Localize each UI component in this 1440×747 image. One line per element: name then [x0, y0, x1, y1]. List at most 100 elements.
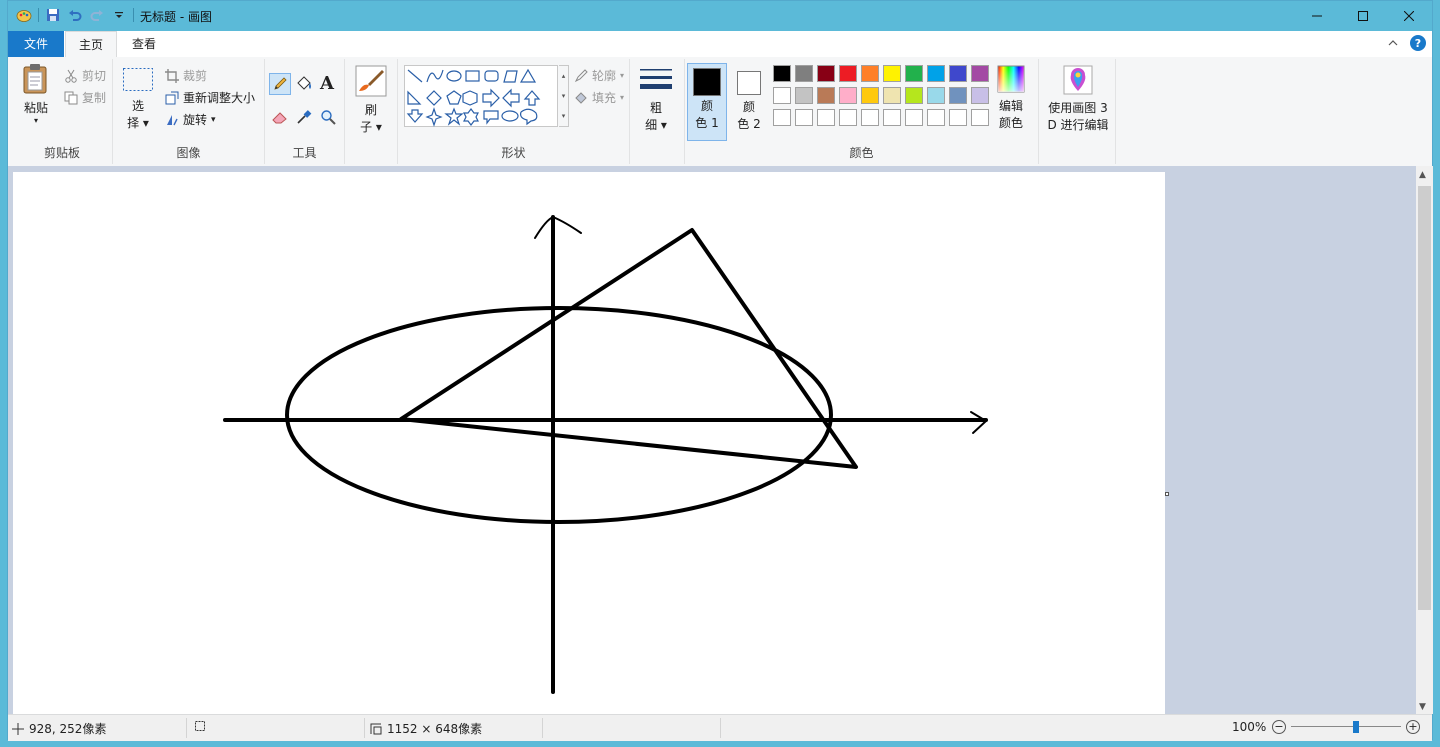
- custom-color-swatch[interactable]: [927, 109, 945, 126]
- scroll-up-icon[interactable]: ▲: [1419, 170, 1426, 180]
- ribbon: 粘贴 ▾ 剪切 复制 剪贴板 选 择 ▾ 裁剪 重新调整大小 旋转 ▾ 图像 A…: [8, 57, 1432, 167]
- save-icon[interactable]: [45, 7, 61, 23]
- resize-button[interactable]: 重新调整大小: [165, 89, 255, 106]
- zoom-controls: − +: [1272, 720, 1420, 734]
- shapes-gallery-scroll[interactable]: ▴ ▾ ▾: [559, 65, 569, 127]
- zoom-level: 100%: [1232, 720, 1267, 734]
- color1-button[interactable]: 颜 色 1: [687, 63, 727, 141]
- rotate-icon: [167, 114, 178, 125]
- brushes-group: 刷 子 ▾: [345, 59, 398, 164]
- fill-tool[interactable]: [295, 75, 313, 96]
- palette-color-swatch[interactable]: [839, 65, 857, 82]
- image-group: 选 择 ▾ 裁剪 重新调整大小 旋转 ▾ 图像: [113, 59, 265, 164]
- magnifier-tool[interactable]: [320, 109, 336, 128]
- maximize-button[interactable]: [1340, 1, 1386, 31]
- crop-button[interactable]: 裁剪: [165, 67, 207, 84]
- undo-icon[interactable]: [67, 7, 83, 23]
- custom-color-swatch[interactable]: [861, 109, 879, 126]
- vertical-scrollbar[interactable]: ▲ ▼: [1416, 166, 1433, 714]
- tab-file[interactable]: 文件: [8, 31, 64, 57]
- close-button[interactable]: [1386, 1, 1432, 31]
- palette-color-swatch[interactable]: [949, 65, 967, 82]
- colors-group: 颜 色 1 颜 色 2 编辑 颜色 颜色: [685, 59, 1039, 164]
- color-spectrum-icon: [997, 65, 1025, 93]
- palette-color-swatch[interactable]: [905, 87, 923, 104]
- window-title: 无标题 - 画图: [140, 10, 212, 24]
- tab-home[interactable]: 主页: [65, 31, 117, 58]
- collapse-ribbon-icon[interactable]: [1388, 36, 1398, 50]
- text-tool-icon[interactable]: A: [320, 73, 334, 94]
- rotate-button[interactable]: 旋转 ▾: [165, 111, 216, 128]
- ribbon-right-controls: ?: [1388, 35, 1426, 51]
- redo-icon[interactable]: [89, 7, 105, 23]
- custom-color-swatch[interactable]: [795, 109, 813, 126]
- title-bar: 无标题 - 画图: [8, 1, 1432, 31]
- paste-button[interactable]: 粘贴 ▾: [16, 63, 56, 125]
- palette-color-swatch[interactable]: [971, 87, 989, 104]
- y-axis-arrowhead: [534, 216, 582, 239]
- custom-color-swatch[interactable]: [883, 109, 901, 126]
- custom-color-swatch[interactable]: [949, 109, 967, 126]
- cut-button[interactable]: 剪切: [64, 67, 106, 84]
- palette-color-swatch[interactable]: [883, 65, 901, 82]
- edit-colors-button[interactable]: 编辑 颜色: [991, 65, 1031, 132]
- color-picker-tool[interactable]: [296, 109, 312, 128]
- tools-group-label: 工具: [292, 146, 317, 160]
- fill-button[interactable]: 填充 ▾: [574, 89, 624, 106]
- qat-divider: [38, 8, 39, 22]
- palette-color-swatch[interactable]: [817, 65, 835, 82]
- palette-color-swatch[interactable]: [795, 65, 813, 82]
- palette-color-swatch[interactable]: [905, 65, 923, 82]
- paint-bucket-icon: [297, 76, 311, 90]
- brushes-button[interactable]: 刷 子 ▾: [353, 65, 389, 136]
- zoom-slider-thumb[interactable]: [1353, 721, 1359, 733]
- size-button[interactable]: 粗 细 ▾: [637, 67, 675, 134]
- palette-color-swatch[interactable]: [773, 65, 791, 82]
- custom-color-swatch[interactable]: [971, 109, 989, 126]
- palette-color-swatch[interactable]: [949, 87, 967, 104]
- palette-color-swatch[interactable]: [773, 87, 791, 104]
- outline-button[interactable]: 轮廓 ▾: [574, 67, 624, 84]
- palette-color-swatch[interactable]: [927, 87, 945, 104]
- color2-button[interactable]: 颜 色 2: [729, 63, 769, 133]
- pencil-tool[interactable]: [269, 73, 291, 95]
- select-button[interactable]: 选 择 ▾: [119, 67, 157, 132]
- tab-view[interactable]: 查看: [118, 31, 170, 57]
- scroll-down-icon[interactable]: ▼: [1419, 702, 1426, 712]
- custom-color-swatch[interactable]: [773, 109, 791, 126]
- help-icon[interactable]: ?: [1410, 35, 1426, 51]
- zoom-out-icon[interactable]: −: [1272, 720, 1286, 734]
- palette-color-swatch[interactable]: [795, 87, 813, 104]
- drawing-canvas[interactable]: [13, 172, 1165, 714]
- paint3d-button[interactable]: 使用画图 3 D 进行编辑: [1041, 65, 1115, 134]
- color2-swatch: [737, 71, 761, 95]
- canvas-size-icon: [370, 723, 382, 734]
- customize-qat-icon[interactable]: [111, 7, 127, 23]
- copy-button[interactable]: 复制: [64, 89, 106, 106]
- canvas-resize-handle[interactable]: [1165, 492, 1169, 496]
- palette-color-swatch[interactable]: [839, 87, 857, 104]
- triangle-stroke: [399, 228, 858, 469]
- eraser-tool[interactable]: [271, 109, 289, 128]
- palette-color-swatch[interactable]: [971, 65, 989, 82]
- scrollbar-thumb[interactable]: [1418, 186, 1431, 610]
- paint-app-icon[interactable]: [16, 7, 32, 23]
- minimize-button[interactable]: [1294, 1, 1340, 31]
- zoom-slider[interactable]: [1291, 721, 1401, 733]
- scissors-icon: [65, 69, 77, 83]
- zoom-in-icon[interactable]: +: [1406, 720, 1420, 734]
- eyedropper-icon: [297, 110, 312, 124]
- resize-icon: [165, 91, 179, 104]
- custom-color-swatch[interactable]: [817, 109, 835, 126]
- palette-color-swatch[interactable]: [817, 87, 835, 104]
- shapes-gallery-icons[interactable]: [405, 66, 559, 128]
- palette-color-swatch[interactable]: [927, 65, 945, 82]
- line-width-icon: [640, 69, 672, 89]
- palette-color-swatch[interactable]: [861, 87, 879, 104]
- quick-access-toolbar: [16, 7, 134, 23]
- custom-color-swatch[interactable]: [839, 109, 857, 126]
- palette-color-swatch[interactable]: [861, 65, 879, 82]
- color1-swatch: [693, 68, 721, 96]
- custom-color-swatch[interactable]: [905, 109, 923, 126]
- palette-color-swatch[interactable]: [883, 87, 901, 104]
